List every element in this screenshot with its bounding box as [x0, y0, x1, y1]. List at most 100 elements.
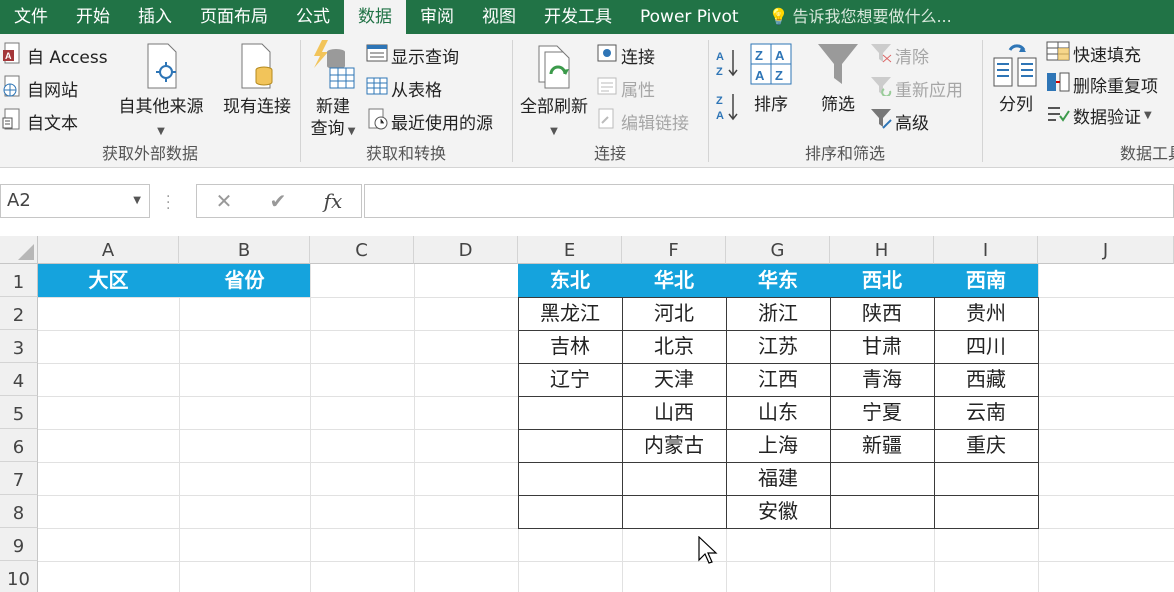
from-text-button[interactable]: 自文本 — [2, 108, 78, 134]
sort-z-to-a-button[interactable]: ZA — [716, 93, 740, 122]
tab-data[interactable]: 数据 — [344, 0, 406, 34]
column-header-b[interactable]: B — [179, 236, 310, 264]
row-header-1[interactable]: 1 — [0, 264, 38, 297]
sort-button[interactable]: ZAAZ 排序 — [746, 42, 796, 116]
web-icon — [2, 75, 24, 102]
cancel-icon[interactable]: ✕ — [216, 189, 233, 213]
enter-icon[interactable]: ✔ — [270, 189, 287, 213]
region-table-row-border — [518, 363, 1038, 364]
region-header-cell[interactable]: 华东 — [726, 264, 830, 297]
remove-duplicates-icon — [1046, 71, 1070, 98]
row-header-8[interactable]: 8 — [0, 495, 38, 528]
lightbulb-icon: 💡 — [768, 7, 789, 26]
row-header-9[interactable]: 9 — [0, 528, 38, 561]
svg-text:A: A — [716, 51, 724, 63]
other-sources-icon — [138, 42, 184, 96]
region-table-row-border — [518, 330, 1038, 331]
column-header-g[interactable]: G — [726, 236, 830, 264]
column-header-i[interactable]: I — [934, 236, 1038, 264]
sort-descending-icon: ZA — [716, 92, 740, 127]
sort-icon: ZAAZ — [749, 42, 793, 94]
gridline-vertical — [179, 264, 180, 592]
connections-button[interactable]: 连接 — [596, 42, 655, 68]
tab-review[interactable]: 审阅 — [406, 0, 468, 34]
from-table-button[interactable]: 从表格 — [366, 75, 442, 101]
row-header-10[interactable]: 10 — [0, 561, 38, 592]
tab-developer[interactable]: 开发工具 — [530, 0, 626, 34]
reapply-button[interactable]: 重新应用 — [870, 75, 963, 101]
tab-home[interactable]: 开始 — [62, 0, 124, 34]
new-query-button[interactable]: 新建 查询 ▼ — [302, 40, 364, 143]
tab-power-pivot[interactable]: Power Pivot — [626, 0, 753, 34]
tab-view[interactable]: 视图 — [468, 0, 530, 34]
group-separator — [512, 40, 513, 162]
tab-insert[interactable]: 插入 — [124, 0, 186, 34]
flash-fill-button[interactable]: 快速填充 — [1046, 40, 1141, 66]
column-header-h[interactable]: H — [830, 236, 934, 264]
group-sort-filter: AZ ZA ZAAZ 排序 筛选 清除 重新应用 高级 排序和筛选 — [710, 34, 980, 167]
row-header-7[interactable]: 7 — [0, 462, 38, 495]
refresh-icon — [531, 42, 577, 96]
svg-text:A: A — [716, 110, 724, 122]
region-header-cell[interactable]: 西北 — [830, 264, 934, 297]
column-header-f[interactable]: F — [622, 236, 726, 264]
column-header-d[interactable]: D — [414, 236, 518, 264]
data-validation-button[interactable]: 数据验证 ▼ — [1046, 102, 1152, 128]
from-web-button[interactable]: 自网站 — [2, 75, 78, 101]
svg-text:Z: Z — [775, 68, 783, 83]
svg-text:Z: Z — [716, 95, 723, 107]
refresh-all-button[interactable]: 全部刷新 ▼ — [514, 42, 594, 143]
group-separator — [708, 40, 709, 162]
existing-connections-button[interactable]: 现有连接 — [214, 42, 300, 118]
tab-page-layout[interactable]: 页面布局 — [186, 0, 282, 34]
region-header-cell[interactable]: 西南 — [934, 264, 1038, 297]
formula-input[interactable] — [364, 184, 1174, 218]
clear-filter-button[interactable]: 清除 — [870, 42, 929, 68]
table-icon — [366, 76, 388, 101]
remove-duplicates-button[interactable]: 删除重复项 — [1046, 71, 1158, 97]
advanced-filter-button[interactable]: 高级 — [870, 108, 929, 134]
ribbon: A 自 Access 自网站 自文本 自其他来源 ▼ 现有连接 获取外部数据 新… — [0, 34, 1174, 168]
drag-handle-icon[interactable]: · · · — [166, 190, 170, 216]
header-cell-region[interactable]: 大区 — [38, 264, 179, 297]
group-separator — [300, 40, 301, 162]
select-all-corner[interactable] — [0, 236, 38, 264]
name-box[interactable]: A2 ▼ — [0, 184, 150, 218]
from-other-sources-button[interactable]: 自其他来源 ▼ — [114, 42, 208, 143]
gridline-horizontal — [38, 561, 1174, 562]
region-header-cell[interactable]: 华北 — [622, 264, 726, 297]
formula-bar: A2 ▼ · · · ✕ ✔ fx — [0, 176, 1174, 228]
tell-me-search[interactable]: 💡 告诉我您想要做什么... — [753, 0, 952, 34]
column-header-e[interactable]: E — [518, 236, 622, 264]
text-to-columns-button[interactable]: 分列 — [988, 42, 1044, 116]
edit-links-button[interactable]: 编辑链接 — [596, 108, 689, 134]
tab-formulas[interactable]: 公式 — [282, 0, 344, 34]
filter-button[interactable]: 筛选 — [810, 42, 866, 116]
group-connections: 全部刷新 ▼ 连接 属性 编辑链接 连接 — [514, 34, 706, 167]
column-header-a[interactable]: A — [38, 236, 179, 264]
mouse-cursor-icon — [698, 535, 718, 570]
recent-sources-button[interactable]: 最近使用的源 — [366, 108, 493, 134]
insert-function-icon[interactable]: fx — [324, 189, 343, 213]
region-header-cell[interactable]: 东北 — [518, 264, 622, 297]
group-data-tools: 分列 快速填充 删除重复项 数据验证 ▼ 数据工具 — [984, 34, 1174, 167]
sort-a-to-z-button[interactable]: AZ — [716, 49, 740, 78]
chevron-down-icon[interactable]: ▼ — [133, 185, 141, 217]
column-header-c[interactable]: C — [310, 236, 414, 264]
row-header-5[interactable]: 5 — [0, 396, 38, 429]
row-header-2[interactable]: 2 — [0, 297, 38, 330]
text-file-icon — [2, 108, 24, 135]
group-get-transform: 新建 查询 ▼ 显示查询 从表格 最近使用的源 获取和转换 — [302, 34, 510, 167]
from-access-button[interactable]: A 自 Access — [2, 42, 108, 68]
row-header-6[interactable]: 6 — [0, 429, 38, 462]
show-queries-button[interactable]: 显示查询 — [366, 42, 459, 68]
header-cell-province[interactable]: 省份 — [179, 264, 310, 297]
tab-file[interactable]: 文件 — [0, 0, 62, 34]
data-validation-icon — [1046, 102, 1070, 129]
region-table-column-border — [934, 297, 935, 528]
row-header-3[interactable]: 3 — [0, 330, 38, 363]
recent-sources-icon — [366, 108, 388, 135]
row-header-4[interactable]: 4 — [0, 363, 38, 396]
properties-button[interactable]: 属性 — [596, 75, 655, 101]
column-header-j[interactable]: J — [1038, 236, 1174, 264]
